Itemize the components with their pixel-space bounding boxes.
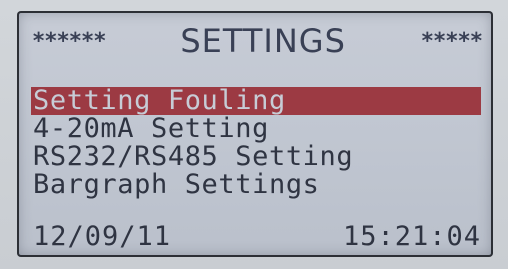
menu-item-4-20ma-setting[interactable]: 4-20mA Setting xyxy=(31,115,491,143)
screen-header: ****** SETTINGS ***** xyxy=(32,21,483,61)
screen-title: SETTINGS xyxy=(180,22,346,60)
status-bar: 12/09/11 15:21:04 xyxy=(33,221,481,252)
time-readout: 15:21:04 xyxy=(342,221,481,252)
settings-menu: Setting Fouling 4-20mA Setting RS232/RS4… xyxy=(31,87,491,199)
device-bezel: ****** SETTINGS ***** Setting Fouling 4-… xyxy=(0,0,508,269)
lcd-screen: ****** SETTINGS ***** Setting Fouling 4-… xyxy=(17,11,493,257)
header-right-decoration: ***** xyxy=(420,28,483,54)
header-left-decoration: ****** xyxy=(32,28,106,54)
menu-item-setting-fouling[interactable]: Setting Fouling xyxy=(31,87,481,115)
date-readout: 12/09/11 xyxy=(33,221,172,252)
menu-item-rs232-rs485-setting[interactable]: RS232/RS485 Setting xyxy=(31,143,491,171)
menu-item-bargraph-settings[interactable]: Bargraph Settings xyxy=(31,171,491,199)
